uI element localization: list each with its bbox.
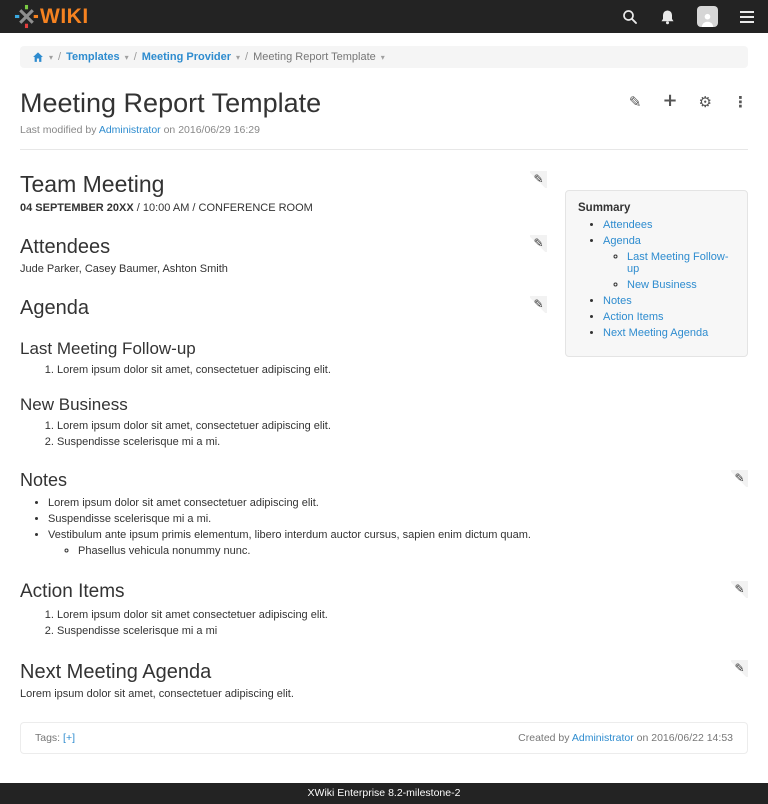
tags-label: Tags: bbox=[35, 732, 60, 744]
created-line: Created by Administrator on 2016/06/22 1… bbox=[518, 732, 733, 744]
summary-item: Attendees bbox=[603, 219, 735, 231]
summary-sublist: Last Meeting Follow-up New Business bbox=[603, 251, 735, 291]
summary-subitem: Last Meeting Follow-up bbox=[627, 251, 735, 275]
page-actions: ✎ + ⚙ ⋮ bbox=[629, 94, 748, 110]
top-navigation-bar: WIKI bbox=[0, 0, 768, 33]
heading-new-business: New Business bbox=[20, 395, 748, 415]
section-edit-pencil-icon[interactable]: ✎ bbox=[731, 470, 748, 487]
topbar-actions bbox=[622, 6, 754, 27]
section-edit-pencil-icon[interactable]: ✎ bbox=[530, 235, 547, 252]
breadcrumb-wrapper: ▾ / Templates ▾ / Meeting Provider ▾ / M… bbox=[0, 33, 768, 76]
breadcrumb-separator: / bbox=[58, 51, 61, 63]
created-prefix: Created by bbox=[518, 732, 569, 744]
heading-action-items: ✎Action Items bbox=[20, 581, 748, 604]
next-meeting-text: Lorem ipsum dolor sit amet, consectetuer… bbox=[20, 688, 748, 700]
summary-title: Summary bbox=[578, 202, 735, 214]
more-actions-kebab-icon[interactable]: ⋮ bbox=[733, 95, 748, 110]
search-icon[interactable] bbox=[622, 9, 638, 25]
breadcrumb: ▾ / Templates ▾ / Meeting Provider ▾ / M… bbox=[20, 46, 748, 68]
list-item: Suspendisse scelerisque mi a mi bbox=[57, 625, 748, 637]
xwiki-logo-x-icon bbox=[14, 4, 39, 29]
version-text: XWiki Enterprise 8.2-milestone-2 bbox=[308, 787, 461, 799]
breadcrumb-home-icon[interactable] bbox=[32, 51, 44, 63]
notes-list: Lorem ipsum dolor sit amet consectetuer … bbox=[20, 497, 748, 557]
breadcrumb-current-page: Meeting Report Template bbox=[253, 51, 376, 63]
section-edit-pencil-icon[interactable]: ✎ bbox=[530, 171, 547, 188]
summary-link-next-meeting[interactable]: Next Meeting Agenda bbox=[603, 327, 708, 339]
breadcrumb-link-templates[interactable]: Templates bbox=[66, 51, 120, 63]
caret-down-icon[interactable]: ▾ bbox=[236, 53, 240, 62]
settings-gear-icon[interactable]: ⚙ bbox=[699, 95, 712, 110]
breadcrumb-link-meeting-provider[interactable]: Meeting Provider bbox=[142, 51, 231, 63]
summary-subitem: New Business bbox=[627, 279, 735, 291]
summary-item: Agenda Last Meeting Follow-up New Busine… bbox=[603, 235, 735, 291]
last-modified-line: Last modified by Administrator on 2016/0… bbox=[20, 124, 748, 136]
header-divider bbox=[20, 149, 748, 150]
caret-down-icon[interactable]: ▾ bbox=[125, 53, 129, 62]
list-item: Vestibulum ante ipsum primis elementum, … bbox=[48, 529, 748, 557]
list-item: Suspendisse scelerisque mi a mi. bbox=[57, 436, 748, 448]
notifications-bell-icon[interactable] bbox=[660, 9, 675, 25]
section-edit-pencil-icon[interactable]: ✎ bbox=[530, 296, 547, 313]
summary-item: Notes bbox=[603, 295, 735, 307]
heading-next-meeting-agenda: ✎Next Meeting Agenda bbox=[20, 660, 748, 684]
breadcrumb-separator: / bbox=[134, 51, 137, 63]
list-subitem: Phasellus vehicula nonummy nunc. bbox=[78, 545, 748, 557]
create-page-button[interactable]: + bbox=[662, 92, 677, 110]
heading-notes: ✎Notes bbox=[20, 470, 748, 492]
summary-link-attendees[interactable]: Attendees bbox=[603, 219, 653, 231]
avatar-person-icon bbox=[697, 6, 718, 27]
modified-prefix: Last modified by bbox=[20, 124, 96, 136]
edit-page-button[interactable]: ✎ bbox=[629, 95, 642, 110]
list-item: Suspendisse scelerisque mi a mi. bbox=[48, 513, 748, 525]
page-header: Meeting Report Template ✎ + ⚙ ⋮ bbox=[20, 88, 748, 119]
xwiki-logo-text: WIKI bbox=[40, 6, 89, 27]
hamburger-menu-icon[interactable] bbox=[740, 11, 754, 23]
summary-link-followup[interactable]: Last Meeting Follow-up bbox=[627, 251, 729, 275]
meeting-date: 04 SEPTEMBER 20XX bbox=[20, 202, 134, 214]
summary-link-new-business[interactable]: New Business bbox=[627, 279, 697, 291]
add-tag-button[interactable]: [+] bbox=[63, 732, 75, 744]
created-user-link[interactable]: Administrator bbox=[572, 732, 634, 744]
caret-down-icon[interactable]: ▾ bbox=[381, 53, 385, 62]
summary-panel: Summary Attendees Agenda Last Meeting Fo… bbox=[565, 190, 748, 357]
modified-suffix: on 2016/06/29 16:29 bbox=[164, 124, 260, 136]
summary-link-notes[interactable]: Notes bbox=[603, 295, 632, 307]
created-suffix: on 2016/06/22 14:53 bbox=[637, 732, 733, 744]
list-item: Lorem ipsum dolor sit amet consectetuer … bbox=[48, 497, 748, 509]
list-item: Lorem ipsum dolor sit amet consectetuer … bbox=[57, 609, 748, 621]
summary-link-agenda[interactable]: Agenda bbox=[603, 235, 641, 247]
new-business-list: Lorem ipsum dolor sit amet, consectetuer… bbox=[20, 420, 748, 448]
version-footer-bar: XWiki Enterprise 8.2-milestone-2 bbox=[0, 783, 768, 804]
summary-item: Next Meeting Agenda bbox=[603, 327, 735, 339]
notes-sublist: Phasellus vehicula nonummy nunc. bbox=[48, 545, 748, 557]
section-edit-pencil-icon[interactable]: ✎ bbox=[731, 581, 748, 598]
section-edit-pencil-icon[interactable]: ✎ bbox=[731, 660, 748, 677]
caret-down-icon[interactable]: ▾ bbox=[49, 53, 53, 62]
summary-link-action-items[interactable]: Action Items bbox=[603, 311, 664, 323]
followup-list: Lorem ipsum dolor sit amet, consectetuer… bbox=[20, 364, 748, 376]
user-avatar[interactable] bbox=[697, 6, 718, 27]
summary-list: Attendees Agenda Last Meeting Follow-up … bbox=[578, 219, 735, 339]
summary-item: Action Items bbox=[603, 311, 735, 323]
modified-user-link[interactable]: Administrator bbox=[99, 124, 161, 136]
document-footer: Tags: [+] Created by Administrator on 20… bbox=[20, 722, 748, 754]
tags-area: Tags: [+] bbox=[35, 732, 75, 744]
document-content: Summary Attendees Agenda Last Meeting Fo… bbox=[0, 171, 768, 700]
xwiki-logo[interactable]: WIKI bbox=[14, 4, 89, 29]
breadcrumb-separator: / bbox=[245, 51, 248, 63]
list-item: Lorem ipsum dolor sit amet, consectetuer… bbox=[57, 364, 748, 376]
list-item: Lorem ipsum dolor sit amet, consectetuer… bbox=[57, 420, 748, 432]
meeting-time-location: / 10:00 AM / CONFERENCE ROOM bbox=[134, 202, 313, 214]
page-title: Meeting Report Template bbox=[20, 88, 321, 119]
action-items-list: Lorem ipsum dolor sit amet consectetuer … bbox=[20, 609, 748, 637]
